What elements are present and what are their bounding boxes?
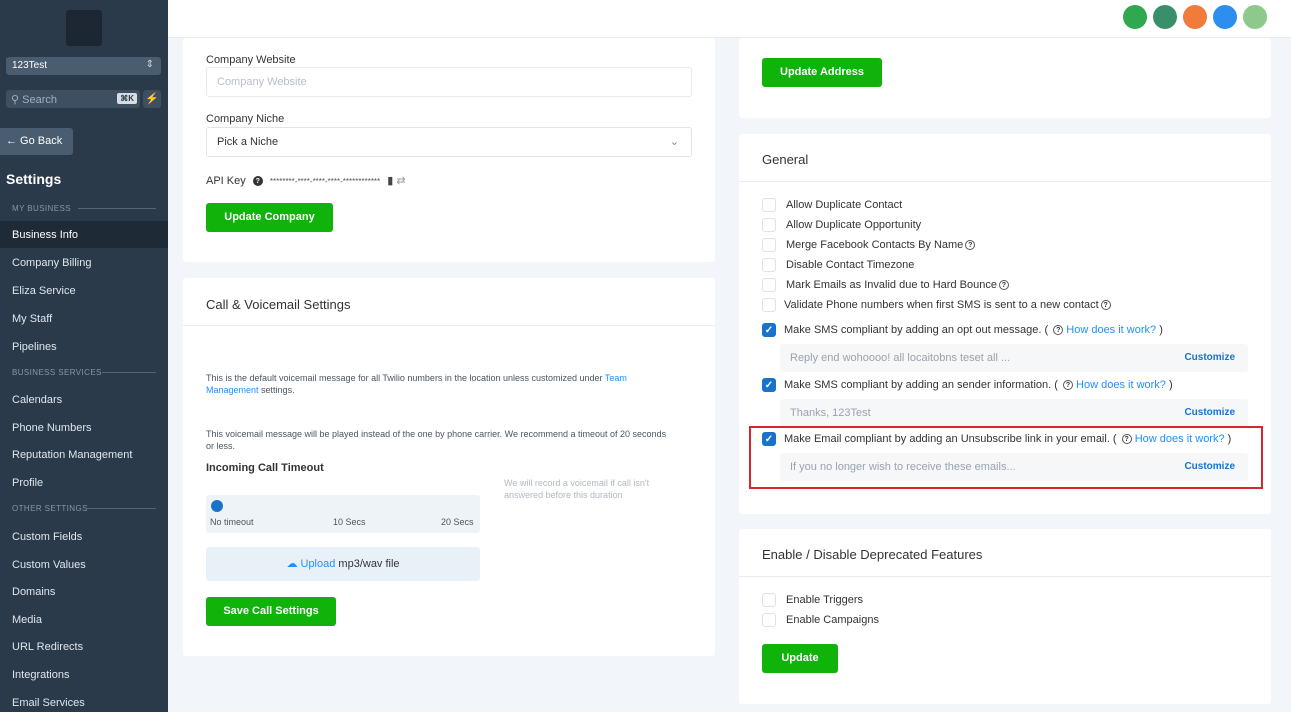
api-key-row: API Key ? ********-****-****-****-******… bbox=[206, 174, 406, 187]
help-icon[interactable] bbox=[1213, 5, 1237, 29]
email-unsubscribe-message: If you no longer wish to receive these e… bbox=[780, 453, 1248, 481]
company-website-label: Company Website bbox=[206, 54, 296, 66]
voicemail-recommendation: This voicemail message will be played in… bbox=[206, 429, 667, 451]
refresh-icon[interactable]: ⇄ bbox=[396, 175, 405, 187]
upload-dropzone[interactable]: ☁ Upload mp3/wav file bbox=[206, 547, 480, 581]
status-dot-green-icon[interactable] bbox=[1123, 5, 1147, 29]
api-key-label: API Key bbox=[206, 175, 246, 187]
clipboard-icon[interactable]: ▮ bbox=[387, 175, 393, 187]
chevron-down-icon: ⌄ bbox=[669, 136, 679, 148]
phone-icon[interactable] bbox=[1153, 5, 1177, 29]
sidebar-item-integrations[interactable]: Integrations bbox=[0, 661, 168, 688]
customize-button[interactable]: Customize bbox=[1184, 407, 1235, 418]
incoming-call-timeout-label: Incoming Call Timeout bbox=[206, 462, 324, 474]
section-label-other-settings: OTHER SETTINGS bbox=[12, 504, 156, 513]
how-does-it-work-link[interactable]: How does it work? bbox=[1066, 324, 1156, 336]
update-deprecated-button[interactable]: Update bbox=[762, 644, 838, 673]
sidebar-item-domains[interactable]: Domains bbox=[0, 578, 168, 605]
checkbox[interactable] bbox=[762, 613, 776, 627]
checkbox[interactable] bbox=[762, 238, 776, 252]
cloud-upload-icon: ☁ bbox=[286, 558, 298, 570]
sidebar-item-phone-numbers[interactable]: Phone Numbers bbox=[0, 414, 168, 441]
location-switcher[interactable]: 123Test ⇕ bbox=[6, 57, 161, 75]
notification-icon[interactable] bbox=[1183, 5, 1207, 29]
checkbox-checked[interactable]: ✓ bbox=[762, 378, 776, 392]
help-circle-icon[interactable]: ? bbox=[1100, 300, 1111, 311]
search-icon: ⚲ bbox=[11, 94, 20, 106]
company-logo bbox=[66, 10, 102, 46]
slider-label-10: 10 Secs bbox=[333, 517, 366, 527]
company-website-input[interactable]: Company Website bbox=[206, 67, 692, 97]
save-call-settings-button[interactable]: Save Call Settings bbox=[206, 597, 336, 626]
sidebar-item-my-staff[interactable]: My Staff bbox=[0, 305, 168, 332]
help-circle-icon[interactable]: ? bbox=[998, 280, 1009, 291]
how-does-it-work-link[interactable]: How does it work? bbox=[1135, 433, 1225, 445]
checkbox-checked[interactable]: ✓ bbox=[762, 323, 776, 337]
deprecated-features-title: Enable / Disable Deprecated Features bbox=[762, 547, 983, 562]
customize-button[interactable]: Customize bbox=[1184, 461, 1235, 472]
voicemail-description: This is the default voicemail message fo… bbox=[206, 373, 627, 395]
sidebar-item-profile[interactable]: Profile bbox=[0, 469, 168, 496]
settings-title: Settings bbox=[6, 171, 62, 187]
location-name: 123Test bbox=[12, 60, 48, 71]
checkbox[interactable] bbox=[762, 218, 776, 232]
sidebar-item-media[interactable]: Media bbox=[0, 606, 168, 633]
sidebar-item-calendars[interactable]: Calendars bbox=[0, 386, 168, 413]
update-company-button[interactable]: Update Company bbox=[206, 203, 333, 232]
company-niche-label: Company Niche bbox=[206, 113, 285, 125]
lightning-icon[interactable]: ⚡ bbox=[143, 90, 161, 108]
sidebar: 123Test ⇕ ⚲ Search ⌘K ⚡ ← Go Back Settin… bbox=[0, 0, 168, 712]
sidebar-item-reputation-management[interactable]: Reputation Management bbox=[0, 441, 168, 468]
card-divider bbox=[739, 576, 1271, 577]
checkbox-checked[interactable]: ✓ bbox=[762, 432, 776, 446]
help-circle-icon[interactable]: ? bbox=[965, 240, 976, 251]
company-niche-select[interactable]: Pick a Niche ⌄ bbox=[206, 127, 692, 157]
chevron-updown-icon: ⇕ bbox=[145, 59, 154, 70]
how-does-it-work-link[interactable]: How does it work? bbox=[1076, 379, 1166, 391]
call-voicemail-title: Call & Voicemail Settings bbox=[206, 297, 351, 312]
sidebar-item-company-billing[interactable]: Company Billing bbox=[0, 249, 168, 276]
api-key-value: ********-****-****-****-************ bbox=[269, 177, 381, 186]
slider-label-20: 20 Secs bbox=[441, 517, 474, 527]
card-divider bbox=[183, 325, 715, 326]
top-bar bbox=[168, 0, 1291, 38]
section-label-my-business: MY BUSINESS bbox=[12, 204, 156, 213]
sms-sender-message: Thanks, 123Test Customize bbox=[780, 399, 1248, 427]
checkbox[interactable] bbox=[762, 198, 776, 212]
slider-handle[interactable] bbox=[211, 500, 223, 512]
checkbox[interactable] bbox=[762, 298, 776, 312]
question-icon[interactable]: ? bbox=[252, 176, 263, 187]
search-shortcut: ⌘K bbox=[117, 93, 137, 104]
sidebar-search[interactable]: ⚲ Search ⌘K bbox=[6, 90, 140, 108]
sidebar-item-custom-fields[interactable]: Custom Fields bbox=[0, 523, 168, 550]
sidebar-item-pipelines[interactable]: Pipelines bbox=[0, 333, 168, 360]
sms-optout-message: Reply end wohoooo! all locaitobns teset … bbox=[780, 344, 1248, 372]
sidebar-item-email-services[interactable]: Email Services bbox=[0, 689, 168, 712]
company-niche-value: Pick a Niche bbox=[217, 136, 279, 148]
sidebar-item-business-info[interactable]: Business Info bbox=[0, 221, 168, 248]
update-address-button[interactable]: Update Address bbox=[762, 58, 882, 87]
go-back-button[interactable]: ← Go Back bbox=[0, 128, 73, 155]
general-title: General bbox=[762, 152, 809, 167]
slider-label-no-timeout: No timeout bbox=[210, 517, 254, 527]
help-circle-icon: ? bbox=[1062, 380, 1073, 391]
upload-link[interactable]: Upload bbox=[301, 558, 336, 570]
avatar[interactable] bbox=[1243, 5, 1267, 29]
search-placeholder: Search bbox=[22, 94, 57, 106]
sidebar-item-url-redirects[interactable]: URL Redirects bbox=[0, 633, 168, 660]
help-circle-icon: ? bbox=[1121, 434, 1132, 445]
section-label-business-services: BUSINESS SERVICES bbox=[12, 368, 156, 377]
card-divider bbox=[739, 181, 1271, 182]
checkbox[interactable] bbox=[762, 593, 776, 607]
customize-button[interactable]: Customize bbox=[1184, 352, 1235, 363]
checkbox[interactable] bbox=[762, 278, 776, 292]
timeout-slider[interactable] bbox=[206, 495, 480, 533]
checkbox[interactable] bbox=[762, 258, 776, 272]
timeout-hint: We will record a voicemail if call isn't… bbox=[504, 478, 650, 500]
sidebar-item-eliza-service[interactable]: Eliza Service bbox=[0, 277, 168, 304]
sidebar-item-custom-values[interactable]: Custom Values bbox=[0, 551, 168, 578]
help-circle-icon: ? bbox=[1053, 325, 1064, 336]
